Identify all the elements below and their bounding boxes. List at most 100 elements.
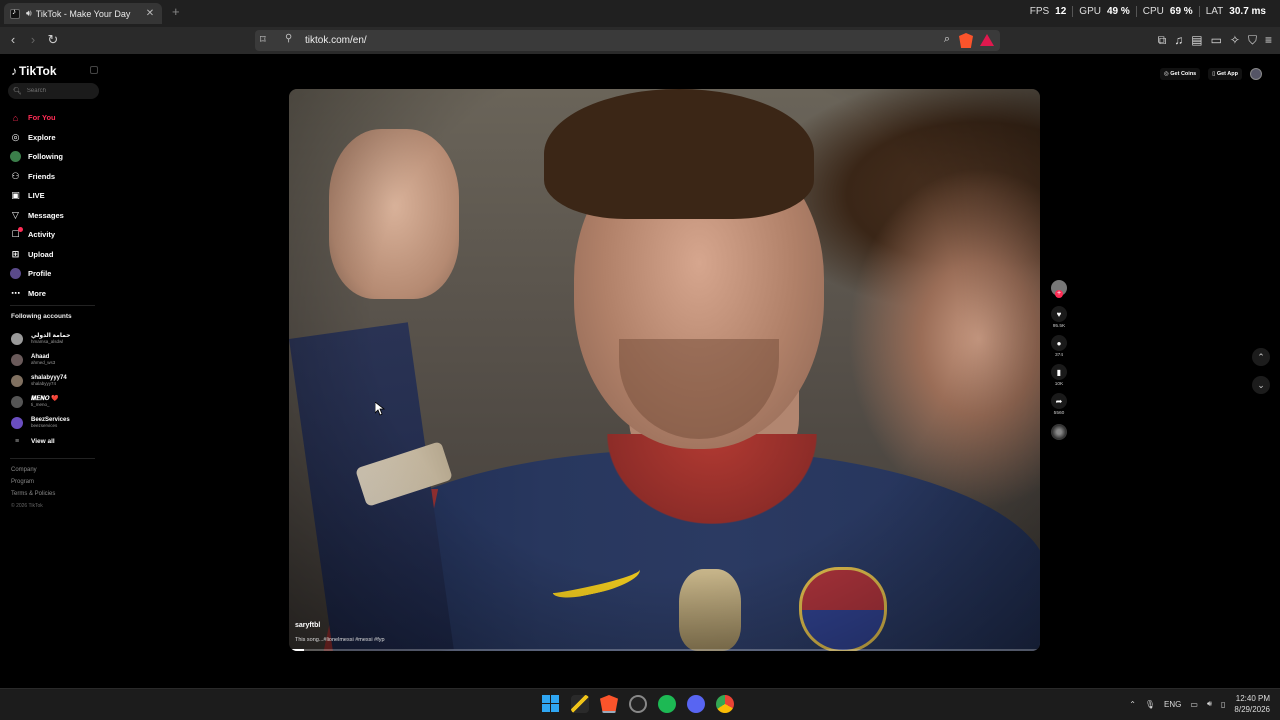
extensions-icon[interactable]: ⧉ xyxy=(1158,33,1167,48)
list-icon: ≡ xyxy=(14,437,20,445)
clock[interactable]: 12:40 PM 8/29/2026 xyxy=(1234,693,1270,715)
pen-app-icon[interactable] xyxy=(571,695,589,713)
vpn-icon[interactable]: ⛉ xyxy=(1248,33,1257,48)
avatar xyxy=(11,353,23,366)
discord-icon[interactable] xyxy=(687,695,705,713)
search-bar[interactable]: 🔍︎ xyxy=(8,83,99,99)
new-tab-button[interactable]: + xyxy=(172,4,180,19)
language-indicator[interactable]: ENG xyxy=(1164,700,1181,709)
footer-company-link[interactable]: Company xyxy=(11,464,55,476)
video-vignette xyxy=(289,89,1040,651)
gpu-value: 49 % xyxy=(1106,6,1130,17)
menu-icon[interactable]: ≡ xyxy=(1265,33,1272,48)
wallet-icon[interactable]: ▭ xyxy=(1211,33,1222,48)
brave-rewards-icon[interactable] xyxy=(980,34,994,46)
tiktok-favicon-icon xyxy=(10,7,20,19)
like-action[interactable]: ♥ 95.5K xyxy=(1051,306,1067,331)
tiktok-note-icon: ♪ xyxy=(11,64,17,78)
sidebar-item-friends[interactable]: ⚇ Friends xyxy=(10,167,100,187)
reload-icon[interactable]: ↻ xyxy=(45,32,61,48)
tab-title: TikTok - Make Your Day xyxy=(35,8,131,19)
user-avatar[interactable] xyxy=(1250,68,1262,80)
creator-avatar[interactable]: + xyxy=(1051,280,1067,298)
comment-action[interactable]: ● 374 xyxy=(1051,335,1067,360)
zoom-icon[interactable]: ⌕ xyxy=(944,33,950,46)
video-author[interactable]: saryftbl xyxy=(295,622,320,629)
volume-icon[interactable]: 🔊︎ xyxy=(1207,699,1212,709)
search-icon: 🔍︎ xyxy=(13,88,22,95)
video-progress-bar[interactable] xyxy=(289,649,1040,651)
footer-terms-link[interactable]: Terms & Policies xyxy=(11,488,55,500)
list-item[interactable]: BeezServices beezservices xyxy=(11,412,101,433)
collapse-sidebar-icon[interactable] xyxy=(90,66,98,74)
share-icon[interactable]: ➦ xyxy=(1051,393,1067,409)
spotify-icon[interactable] xyxy=(658,695,676,713)
next-video-button[interactable]: ⌄ xyxy=(1252,376,1270,394)
cpu-stat: CPU 69 % xyxy=(1135,6,1199,17)
bookmark-icon[interactable]: ▮ xyxy=(1051,364,1067,380)
url-text[interactable]: tiktok.com/en/ xyxy=(305,35,367,46)
tiktok-logo[interactable]: ♪ TikTok xyxy=(11,64,57,78)
previous-video-button[interactable]: ⌃ xyxy=(1252,348,1270,366)
brave-browser-icon[interactable] xyxy=(600,695,618,713)
sidebar-toggle-icon[interactable]: ▤ xyxy=(1191,33,1202,48)
forward-icon[interactable]: › xyxy=(25,32,41,48)
save-action[interactable]: ▮ 10K xyxy=(1051,364,1067,389)
obs-icon[interactable] xyxy=(629,695,647,713)
media-controls-icon[interactable]: ♫ xyxy=(1174,33,1183,48)
chrome-icon[interactable] xyxy=(716,695,734,713)
browser-tab[interactable]: 🔊︎ TikTok - Make Your Day ✕ xyxy=(4,3,162,24)
sidebar-item-profile[interactable]: Profile xyxy=(10,264,100,284)
sidebar-item-following[interactable]: Following xyxy=(10,147,100,167)
share-action[interactable]: ➦ 5560 xyxy=(1051,393,1067,418)
follow-plus-icon[interactable]: + xyxy=(1055,290,1063,298)
list-item[interactable]: shalabyyy74 shalabyyy74 xyxy=(11,370,101,391)
tab-close-icon[interactable]: ✕ xyxy=(144,8,156,19)
leo-ai-icon[interactable]: ✧ xyxy=(1230,33,1240,48)
video-caption[interactable]: This song...#lionelmessi #messi #fyp xyxy=(295,637,385,643)
video-player[interactable]: saryftbl This song...#lionelmessi #messi… xyxy=(289,89,1040,651)
view-all-button[interactable]: ≡ View all xyxy=(11,433,101,449)
address-bar[interactable]: ⌑ ⚲ tiktok.com/en/ ⌕ xyxy=(255,30,1000,51)
lat-label: LAT xyxy=(1205,6,1224,17)
battery-icon[interactable]: ▯ xyxy=(1221,700,1225,709)
sidebar-item-explore[interactable]: ◎ Explore xyxy=(10,128,100,148)
account-name: BeezServices xyxy=(31,416,70,423)
list-item[interactable]: Ahaad ahmed_ws3 xyxy=(11,349,101,370)
get-coins-button[interactable]: ◎ Get Coins xyxy=(1159,68,1201,80)
list-item[interactable]: 𝑴𝑬𝑵𝑶 ❤️ ti_meno_ xyxy=(11,391,101,412)
site-info-icon[interactable]: ⚲ xyxy=(285,33,292,44)
list-item[interactable]: حمامة الدولي hmamsa_alsdwl xyxy=(11,328,101,349)
get-app-button[interactable]: ▯ Get App xyxy=(1208,68,1242,80)
audio-playing-icon[interactable]: 🔊︎ xyxy=(26,8,32,19)
video-progress-fill xyxy=(289,649,305,651)
music-disc-icon[interactable] xyxy=(1051,424,1067,440)
sidebar-item-for-you[interactable]: ⌂ For You xyxy=(10,108,100,128)
save-count: 10K xyxy=(1054,382,1064,387)
following-accounts-list: حمامة الدولي hmamsa_alsdwl Ahaad ahmed_ws3… xyxy=(11,328,101,449)
sidebar-item-activity[interactable]: ☐ Activity xyxy=(10,225,100,245)
windows-logo-icon xyxy=(542,695,559,712)
share-count: 5560 xyxy=(1053,411,1065,416)
account-name: حمامة الدولي xyxy=(31,332,71,339)
back-icon[interactable]: ‹ xyxy=(5,32,21,48)
tray-overflow-icon[interactable]: ⌃ xyxy=(1129,700,1136,709)
sidebar-item-more[interactable]: ⋯ More xyxy=(10,284,100,304)
search-input[interactable] xyxy=(26,88,97,94)
footer-program-link[interactable]: Program xyxy=(11,476,55,488)
bookmark-icon[interactable]: ⌑ xyxy=(260,33,266,46)
clock-time: 12:40 PM xyxy=(1235,694,1270,703)
brave-shields-icon[interactable] xyxy=(959,33,973,48)
microphone-icon[interactable]: 🎙︎ xyxy=(1145,700,1155,709)
heart-icon[interactable]: ♥ xyxy=(1051,306,1067,322)
copyright-text: © 2026 TikTok xyxy=(11,503,43,509)
start-button[interactable] xyxy=(542,695,560,713)
comment-count: 374 xyxy=(1054,353,1063,358)
sidebar-item-upload[interactable]: ⊞ Upload xyxy=(10,245,100,265)
sidebar-item-messages[interactable]: ▽ Messages xyxy=(10,206,100,226)
comment-icon[interactable]: ● xyxy=(1051,335,1067,351)
network-icon[interactable]: ▭ xyxy=(1190,700,1198,709)
clock-date: 8/29/2026 xyxy=(1234,705,1270,714)
fps-label: FPS xyxy=(1029,6,1050,17)
sidebar-item-live[interactable]: ▣ LIVE xyxy=(10,186,100,206)
